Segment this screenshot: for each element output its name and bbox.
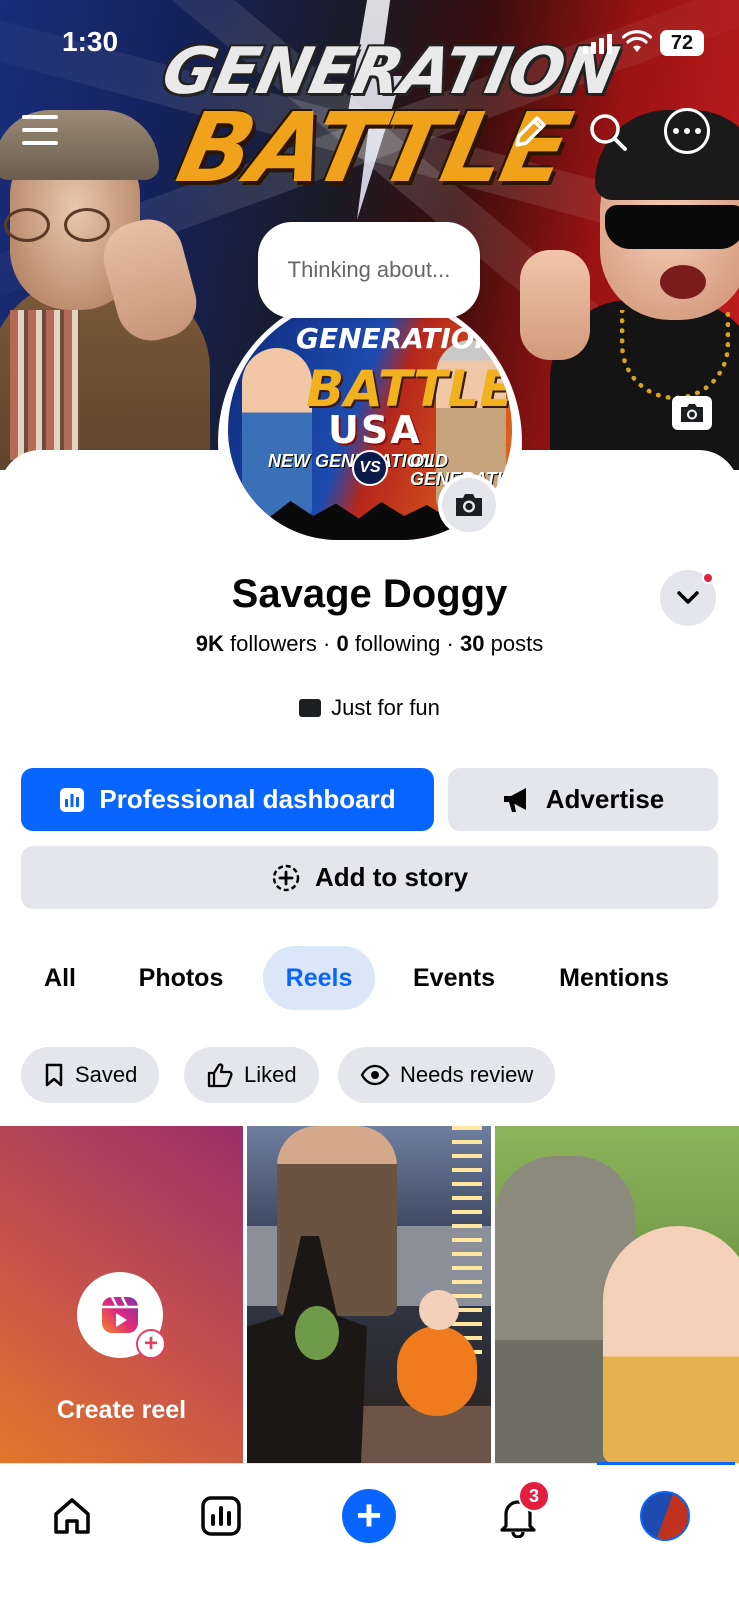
- filter-saved-chip[interactable]: Saved: [21, 1047, 160, 1103]
- nav-create[interactable]: +: [339, 1486, 399, 1546]
- insights-icon: [201, 1496, 241, 1536]
- more-options-icon[interactable]: [664, 108, 710, 154]
- tab-all[interactable]: All: [24, 946, 96, 1010]
- add-to-story-label: Add to story: [314, 862, 469, 892]
- megaphone-icon: [503, 787, 526, 812]
- notifications-badge: 3: [518, 1480, 550, 1512]
- reel-thumbnail[interactable]: [495, 1126, 739, 1463]
- filter-needs-review-chip[interactable]: Needs review: [338, 1047, 556, 1103]
- battery-icon: 72: [660, 30, 704, 56]
- search-icon[interactable]: [586, 110, 630, 154]
- tab-events[interactable]: Events: [397, 946, 511, 1010]
- profile-name: Savage Doggy: [231, 572, 508, 616]
- tab-photos[interactable]: Photos: [120, 946, 242, 1010]
- nav-home[interactable]: [42, 1486, 102, 1546]
- professional-dashboard-button[interactable]: Professional dashboard: [21, 768, 434, 831]
- profile-avatar: [640, 1491, 690, 1541]
- eye-icon: [360, 1064, 390, 1086]
- create-reel-tile[interactable]: + Create reel: [0, 1126, 243, 1463]
- dashboard-chart-icon: [60, 787, 85, 812]
- filter-saved-label: Saved: [75, 1062, 138, 1087]
- professional-dashboard-label: Professional dashboard: [99, 784, 396, 814]
- stats-separator: ·: [322, 631, 331, 656]
- notification-dot: [702, 572, 714, 584]
- profile-stats: 9K followers · 0 following · 30 posts: [0, 631, 739, 657]
- pencil-icon[interactable]: [508, 110, 552, 154]
- posts-count: 30: [460, 631, 485, 656]
- thumbs-up-icon: [207, 1063, 233, 1088]
- profile-camera-icon[interactable]: [438, 474, 500, 536]
- filter-liked-label: Liked: [244, 1062, 297, 1087]
- nav-notifications[interactable]: 3: [488, 1480, 550, 1546]
- followers-count[interactable]: 9K: [196, 631, 224, 656]
- bio-text: Just for fun: [331, 695, 440, 720]
- avatar-text-vs: VS: [352, 450, 388, 486]
- wifi-icon: [622, 30, 652, 52]
- avatar-text-new-generation: NEW GENERATION: [268, 451, 434, 471]
- posts-label: posts: [490, 631, 544, 656]
- chevron-down-icon: [677, 591, 699, 604]
- add-to-story-button[interactable]: Add to story: [21, 846, 718, 909]
- filter-liked-chip[interactable]: Liked: [184, 1047, 319, 1103]
- clapperboard-icon: [299, 699, 322, 717]
- bottom-navigation: + 3: [0, 1462, 739, 1600]
- nav-profile[interactable]: [635, 1486, 695, 1546]
- profile-switcher-button[interactable]: [660, 570, 716, 626]
- reels-icon: [102, 1296, 138, 1333]
- tab-mentions[interactable]: Mentions: [540, 946, 688, 1010]
- cover-camera-icon[interactable]: [672, 396, 712, 430]
- home-icon: [54, 1498, 90, 1534]
- following-count[interactable]: 0: [336, 631, 348, 656]
- create-plus-icon: +: [342, 1489, 396, 1543]
- following-label[interactable]: following: [355, 631, 441, 656]
- advertise-button[interactable]: Advertise: [448, 768, 718, 831]
- cellular-signal-icon: [583, 32, 612, 54]
- advertise-label: Advertise: [545, 784, 665, 814]
- thinking-about-bubble[interactable]: Thinking about...: [258, 222, 480, 318]
- status-bar: 1:30 72: [0, 0, 739, 90]
- stats-separator: ·: [446, 631, 454, 656]
- followers-label[interactable]: followers: [230, 631, 317, 656]
- avatar-kid-figure: [242, 348, 312, 518]
- reel-thumbnail[interactable]: [247, 1126, 491, 1463]
- create-reel-label: Create reel: [56, 1396, 187, 1424]
- tab-reels[interactable]: Reels: [263, 946, 375, 1010]
- nav-insights[interactable]: [191, 1486, 251, 1546]
- profile-tabs: All Photos Reels Events Mentions: [0, 946, 739, 1010]
- filter-needs-review-label: Needs review: [400, 1062, 534, 1087]
- reels-grid: + Create reel: [0, 1126, 739, 1463]
- avatar-text-generation: GENERATION: [296, 322, 498, 355]
- active-tab-indicator: [597, 1462, 735, 1465]
- menu-icon[interactable]: [20, 110, 60, 150]
- bookmark-icon: [45, 1063, 63, 1087]
- status-time: 1:30: [62, 26, 119, 57]
- add-story-icon: [272, 864, 300, 891]
- add-plus-icon: +: [136, 1329, 166, 1359]
- profile-bio: Just for fun: [0, 695, 739, 721]
- avatar-text-usa: USA: [328, 408, 422, 452]
